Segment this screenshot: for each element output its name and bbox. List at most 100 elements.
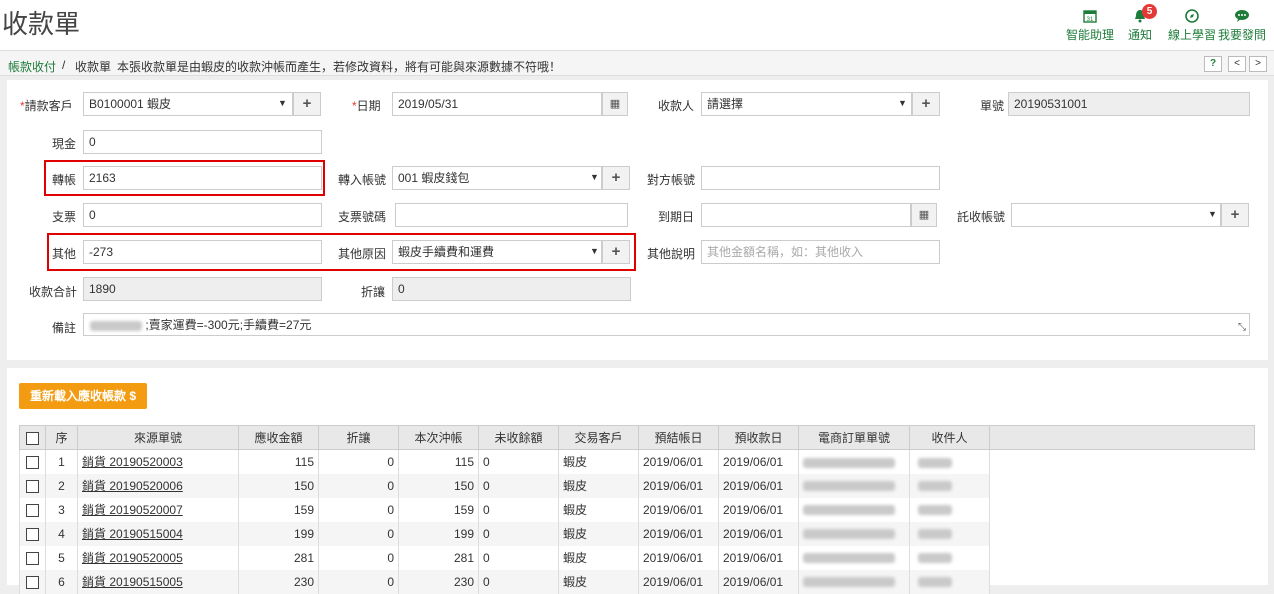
col-settle-date[interactable]: 預結帳日 <box>638 425 719 450</box>
cell-customer: 蝦皮 <box>558 521 639 546</box>
page-title: 收款單 <box>2 10 81 40</box>
nav-ask-question[interactable]: 我要發問 <box>1218 6 1266 43</box>
col-receivable[interactable]: 應收金額 <box>238 425 319 450</box>
row-checkbox-cell[interactable] <box>19 473 46 498</box>
cell-ecommerce-order <box>798 473 910 498</box>
memo-label: 備註 <box>52 321 77 335</box>
nav-smart-assistant[interactable]: 31 智能助理 <box>1066 6 1114 43</box>
cash-input[interactable]: 0 <box>83 130 322 154</box>
memo-text: ;賣家運費=-300元;手續費=27元 <box>145 318 312 332</box>
compass-icon <box>1182 6 1202 26</box>
cell-receivable: 199 <box>238 521 319 546</box>
cell-source: 銷貨 20190520003 <box>77 449 239 474</box>
table-row: 1 銷貨 20190520003 115 0 115 0 蝦皮 2019/06/… <box>19 449 990 474</box>
add-customer-button[interactable]: + <box>293 92 321 116</box>
row-checkbox[interactable] <box>26 527 39 541</box>
calendar-picker-icon[interactable]: ▦ <box>602 92 628 116</box>
check-no-input[interactable] <box>395 203 628 227</box>
cell-recipient <box>909 521 990 546</box>
col-recipient[interactable]: 收件人 <box>909 425 990 450</box>
col-receive-date[interactable]: 預收款日 <box>718 425 799 450</box>
cell-seq: 4 <box>45 521 78 546</box>
notification-badge: 5 <box>1142 4 1157 19</box>
payee-select[interactable]: 請選擇 <box>701 92 912 116</box>
cell-offset: 159 <box>398 497 479 522</box>
transfer-account-label: 轉入帳號 <box>338 173 387 187</box>
col-balance[interactable]: 未收餘額 <box>478 425 559 450</box>
previous-record-button[interactable]: < <box>1228 56 1246 72</box>
breadcrumb-current: 收款單 <box>75 60 112 74</box>
counter-account-input[interactable] <box>701 166 940 190</box>
row-checkbox[interactable] <box>26 575 39 589</box>
other-desc-input[interactable]: 其他金額名稱，如：其他收入 <box>701 240 940 264</box>
col-discount[interactable]: 折讓 <box>318 425 399 450</box>
doc-no-field: 20190531001 <box>1008 92 1250 116</box>
date-label: *日期 <box>352 99 381 113</box>
row-checkbox-cell[interactable] <box>19 545 46 570</box>
col-source[interactable]: 來源單號 <box>77 425 239 450</box>
cell-source: 銷貨 20190515005 <box>77 569 239 594</box>
row-checkbox-cell[interactable] <box>19 497 46 522</box>
calendar-picker-icon[interactable]: ▦ <box>911 203 937 227</box>
cell-receive-date: 2019/06/01 <box>718 521 799 546</box>
cell-balance: 0 <box>478 449 559 474</box>
chevron-down-icon: ▼ <box>898 98 907 108</box>
source-link[interactable]: 銷貨 20190520007 <box>82 503 183 517</box>
resize-handle-icon[interactable]: ⤡ <box>1238 322 1246 333</box>
row-checkbox[interactable] <box>26 455 39 469</box>
source-link[interactable]: 銷貨 20190515005 <box>82 575 183 589</box>
reload-receivables-button[interactable]: 重新載入應收帳款 $ <box>19 383 147 409</box>
cell-settle-date: 2019/06/01 <box>638 521 719 546</box>
col-offset[interactable]: 本次沖帳 <box>398 425 479 450</box>
cell-customer: 蝦皮 <box>558 569 639 594</box>
nav-online-learning[interactable]: 線上學習 <box>1168 6 1216 43</box>
cell-balance: 0 <box>478 569 559 594</box>
table-row: 6 銷貨 20190515005 230 0 230 0 蝦皮 2019/06/… <box>19 569 990 594</box>
date-input[interactable]: 2019/05/31 <box>392 92 602 116</box>
cell-offset: 281 <box>398 545 479 570</box>
row-checkbox-cell[interactable] <box>19 449 46 474</box>
add-payee-button[interactable]: + <box>912 92 940 116</box>
source-link[interactable]: 銷貨 20190520005 <box>82 551 183 565</box>
row-checkbox[interactable] <box>26 479 39 493</box>
svg-text:31: 31 <box>1087 17 1094 23</box>
nav-label: 線上學習 <box>1168 28 1217 42</box>
due-date-input[interactable] <box>701 203 911 227</box>
customer-select[interactable]: B0100001 蝦皮 <box>83 92 293 116</box>
cell-receivable: 150 <box>238 473 319 498</box>
row-checkbox[interactable] <box>26 551 39 565</box>
add-collect-account-button[interactable]: + <box>1221 203 1249 227</box>
col-customer[interactable]: 交易客戶 <box>558 425 639 450</box>
breadcrumb-parent-link[interactable]: 帳款收付 <box>8 58 56 75</box>
select-all-checkbox-cell[interactable] <box>19 425 46 450</box>
row-checkbox[interactable] <box>26 503 39 517</box>
nav-notifications[interactable]: 5 通知 <box>1128 4 1157 43</box>
col-seq[interactable]: 序 <box>45 425 78 450</box>
cell-receivable: 159 <box>238 497 319 522</box>
receivables-table: 序 來源單號 應收金額 折讓 本次沖帳 未收餘額 交易客戶 預結帳日 預收款日 … <box>19 425 990 594</box>
source-link[interactable]: 銷貨 20190520003 <box>82 455 183 469</box>
cell-settle-date: 2019/06/01 <box>638 569 719 594</box>
cell-balance: 0 <box>478 545 559 570</box>
cell-ecommerce-order <box>798 545 910 570</box>
help-button[interactable]: ? <box>1204 56 1222 72</box>
discount-label: 折讓 <box>361 285 386 299</box>
cell-seq: 5 <box>45 545 78 570</box>
source-link[interactable]: 銷貨 20190515004 <box>82 527 183 541</box>
source-warning-note: 本張收款單是由蝦皮的收款沖帳而產生，若修改資料，將有可能與來源數據不符哦！ <box>117 60 562 74</box>
transfer-account-select[interactable]: 001 蝦皮錢包 <box>392 166 602 190</box>
row-checkbox-cell[interactable] <box>19 569 46 594</box>
check-input[interactable]: 0 <box>83 203 322 227</box>
source-link[interactable]: 銷貨 20190520006 <box>82 479 183 493</box>
memo-textarea[interactable]: ;賣家運費=-300元;手續費=27元 <box>83 313 1250 336</box>
add-transfer-account-button[interactable]: + <box>602 166 630 190</box>
cell-customer: 蝦皮 <box>558 473 639 498</box>
cell-ecommerce-order <box>798 569 910 594</box>
select-all-checkbox[interactable] <box>26 431 39 445</box>
cell-discount: 0 <box>318 521 399 546</box>
next-record-button[interactable]: > <box>1249 56 1267 72</box>
row-checkbox-cell[interactable] <box>19 521 46 546</box>
cell-receive-date: 2019/06/01 <box>718 449 799 474</box>
col-ecommerce-order[interactable]: 電商訂單單號 <box>798 425 910 450</box>
collect-account-select[interactable] <box>1011 203 1221 227</box>
